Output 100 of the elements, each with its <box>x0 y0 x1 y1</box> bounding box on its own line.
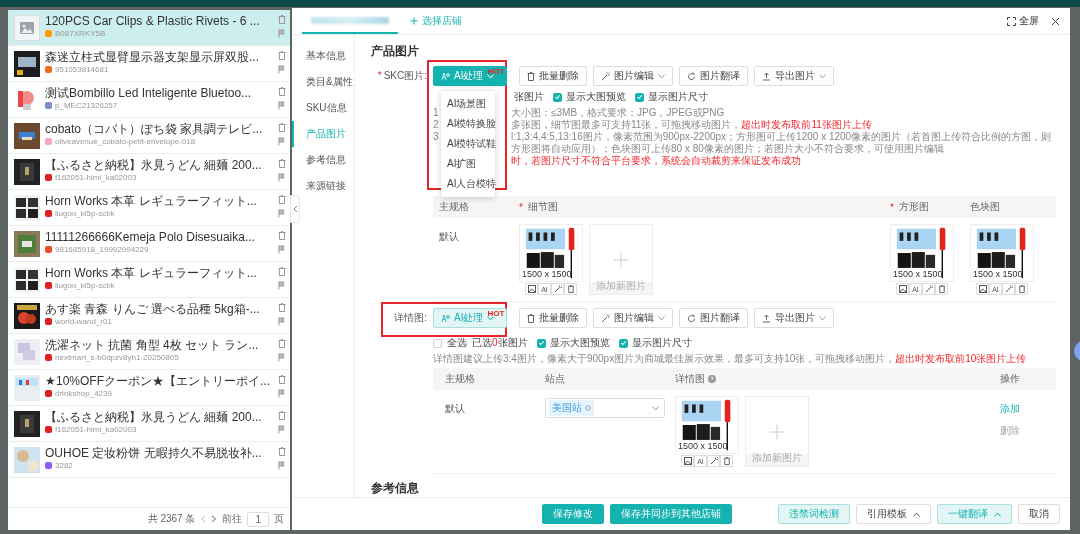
trash-icon[interactable] <box>1015 283 1028 295</box>
image-icon[interactable] <box>976 283 989 295</box>
hint-text: 多张图，细节图最多可支持11张，可拖拽移动图片，超出时发布取前11张图片上传 <box>511 119 872 131</box>
previous-page-icon[interactable] <box>200 515 207 523</box>
product-list-item[interactable]: Horn Works 本革 レギュラーフィット... liugoo_ki5p-scbk <box>8 262 290 298</box>
product-list-item[interactable]: あす楽 青森 りんご 選べる品種 5kg箱-... world-wand_r01 <box>8 298 290 334</box>
delete-icon[interactable] <box>278 15 286 24</box>
delete-icon[interactable] <box>278 195 286 204</box>
product-list-item[interactable]: Horn Works 本革 レギュラーフィット... liugoo_ki5p-scbk <box>8 190 290 226</box>
delete-icon[interactable] <box>278 87 286 96</box>
delete-icon[interactable] <box>278 123 286 132</box>
nav-item[interactable]: 基本信息 <box>292 43 354 69</box>
image-icon[interactable] <box>681 455 694 467</box>
shop-id: world-wand_r01 <box>55 317 112 326</box>
flag-icon[interactable] <box>278 317 285 326</box>
delete-icon[interactable] <box>278 159 286 168</box>
delete-icon[interactable] <box>278 303 286 312</box>
checkbox[interactable] <box>618 338 628 348</box>
flag-icon[interactable] <box>278 425 285 434</box>
checkbox[interactable] <box>553 92 562 102</box>
ai-process-button[interactable]: AI处理 HOT <box>433 308 508 328</box>
refresh-icon <box>687 71 697 81</box>
delete-icon[interactable] <box>278 375 286 384</box>
fullscreen-button[interactable]: 全屏 <box>1007 14 1039 28</box>
translate-button[interactable]: 图片翻译 <box>679 308 749 328</box>
export-button[interactable]: 导出图片 <box>754 308 835 328</box>
trash-icon[interactable] <box>720 455 733 467</box>
flag-icon[interactable] <box>278 101 285 110</box>
nav-item[interactable]: 来源链接 <box>292 173 354 199</box>
export-button[interactable]: 导出图片 <box>754 66 835 86</box>
nav-item[interactable]: SKU信息 <box>292 95 354 121</box>
sparkle-icon <box>441 313 450 323</box>
checkbox-label: 显示图片尺寸 <box>648 90 708 104</box>
magic-wand-icon[interactable] <box>551 283 564 295</box>
checkbox[interactable] <box>536 338 546 348</box>
hint-text: 大小图：≤3MB，格式要求：JPG，JPEG或PNG <box>511 107 725 119</box>
page-input[interactable]: 1 <box>247 511 269 527</box>
magic-wand-icon[interactable] <box>922 283 935 295</box>
menu-item[interactable]: AI模特换脸 <box>441 114 495 134</box>
product-list-item[interactable]: ★10%OFFクーポン★【エントリーポイ... drinkshop_4239 <box>8 370 290 406</box>
footer-button[interactable]: 引用模板 <box>856 504 931 524</box>
image-icon[interactable] <box>525 283 538 295</box>
nav-item[interactable]: 参考信息 <box>292 147 354 173</box>
selected-count: 已选0张图片 <box>472 336 528 350</box>
product-title: あす楽 青森 りんご 選べる品種 5kg箱-... <box>45 302 261 316</box>
trash-icon[interactable] <box>564 283 577 295</box>
edit-button[interactable]: 图片编辑 <box>593 66 674 86</box>
field-label: SKC图片: <box>383 70 427 81</box>
edit-button[interactable]: 图片编辑 <box>593 308 674 328</box>
delete-button[interactable]: 批量删除 <box>519 308 588 328</box>
help-icon[interactable] <box>708 375 716 383</box>
menu-item[interactable]: AI人台模特 <box>441 174 495 194</box>
flag-icon[interactable] <box>278 389 285 398</box>
delete-icon[interactable] <box>278 51 286 60</box>
chevron-down-icon <box>487 73 495 79</box>
delete-button[interactable]: 批量删除 <box>519 66 588 86</box>
product-list-item[interactable]: 120PCS Car Clips & Plastic Rivets - 6 ... B087XRKY5B <box>8 10 290 46</box>
product-list-item[interactable]: 洗濯ネット 抗菌 角型 4枚 セット ラン... nextmart_s-b0dpzv8yh1-20250805 <box>8 334 290 370</box>
flag-icon[interactable] <box>278 281 285 290</box>
flag-icon[interactable] <box>278 173 285 182</box>
flag-icon[interactable] <box>278 209 285 218</box>
product-list-item[interactable]: OUHOE 定妆粉饼 无暇持久不易脱妆补... 3282 <box>8 442 290 478</box>
collapse-handle[interactable] <box>290 195 300 223</box>
product-list-item[interactable]: 11111266666Kemeja Polo Disesuaika... 981685918_19992994229 <box>8 226 290 262</box>
product-list-item[interactable]: 【ふるさと納税】氷見うどん 細麺 200... f162051-himi_ka02003 <box>8 154 290 190</box>
flag-icon[interactable] <box>278 245 285 254</box>
product-title: OUHOE 定妆粉饼 无暇持久不易脱妆补... <box>45 446 263 460</box>
product-list-item[interactable]: 【ふるさと納税】氷見うどん 細麺 200... f162051-himi_ka02003 <box>8 406 290 442</box>
next-page-icon[interactable] <box>211 515 218 523</box>
menu-item[interactable]: AI扩图 <box>441 154 495 174</box>
translate-button[interactable]: 图片翻译 <box>679 66 749 86</box>
product-list-item[interactable]: 测试Bombillo Led Inteligente Bluetoo... p_MEC21326257 <box>8 82 290 118</box>
checkbox[interactable] <box>635 92 644 102</box>
magic-wand-icon[interactable] <box>707 455 720 467</box>
magic-wand-icon[interactable] <box>1002 283 1015 295</box>
flag-icon[interactable] <box>278 353 285 362</box>
sparkle-icon <box>441 71 450 81</box>
delete-icon[interactable] <box>278 447 286 456</box>
product-list-item[interactable]: 森迷立柱式显臂显示器支架显示屏双股... 951053814681 <box>8 46 290 82</box>
nav-item[interactable]: 类目&属性 <box>292 69 354 95</box>
flag-icon[interactable] <box>278 65 285 74</box>
delete-icon[interactable] <box>278 411 286 420</box>
product-list-item[interactable]: cobato（コバト）ぽち袋 家具調テレビ... oliveavenue_cobato-petit-envelope-018 <box>8 118 290 154</box>
delete-icon[interactable] <box>278 267 286 276</box>
footer-button[interactable]: 取消 <box>1018 504 1060 524</box>
close-icon[interactable] <box>1051 16 1060 26</box>
image-icon[interactable] <box>896 283 909 295</box>
trash-icon[interactable] <box>935 283 948 295</box>
flag-icon[interactable] <box>278 137 285 146</box>
delete-icon[interactable] <box>278 231 286 240</box>
shop-id: 981685918_19992994229 <box>55 245 149 254</box>
delete-icon[interactable] <box>278 339 286 348</box>
flag-icon[interactable] <box>278 461 285 470</box>
magic-wand-icon <box>601 313 611 323</box>
image-size-label: 1500 x 1500 <box>678 441 728 451</box>
menu-item[interactable]: AI模特试鞋 <box>441 134 495 154</box>
checkbox[interactable] <box>433 338 442 348</box>
section-heading: 参考信息 <box>371 480 420 497</box>
menu-item[interactable]: AI场景图 <box>441 94 495 114</box>
flag-icon[interactable] <box>278 29 285 38</box>
